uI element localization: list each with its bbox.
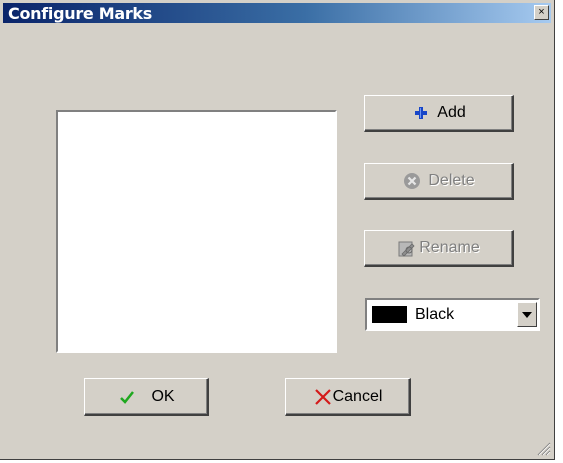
- rename-icon: [397, 238, 417, 258]
- ok-button[interactable]: OK: [84, 378, 209, 416]
- rename-button-label: Rename: [419, 239, 480, 256]
- close-button[interactable]: ×: [534, 5, 549, 20]
- dropdown-button[interactable]: [517, 302, 537, 327]
- plus-icon: [411, 103, 431, 123]
- title-bar[interactable]: Configure Marks ×: [3, 3, 551, 23]
- delete-button[interactable]: Delete: [364, 163, 514, 200]
- delete-button-label: Delete: [428, 172, 475, 189]
- chevron-down-icon: [522, 311, 532, 318]
- window-title: Configure Marks: [8, 3, 153, 23]
- checkmark-icon: [117, 387, 137, 407]
- cancel-button[interactable]: Cancel: [285, 378, 411, 416]
- cancel-button-label: Cancel: [332, 387, 383, 405]
- add-button-label: Add: [437, 104, 466, 121]
- red-x-icon: [313, 387, 333, 407]
- resize-grip[interactable]: [535, 440, 551, 456]
- ok-button-label: OK: [151, 387, 175, 405]
- color-select[interactable]: Black: [365, 298, 540, 331]
- delete-circle-icon: [402, 171, 422, 191]
- close-icon: ×: [538, 6, 545, 18]
- rename-button[interactable]: Rename: [364, 230, 514, 267]
- add-button[interactable]: Add: [364, 95, 514, 132]
- configure-marks-dialog: Configure Marks × Add Delete Rename Blac…: [0, 0, 555, 460]
- color-select-value: Black: [415, 305, 455, 323]
- marks-listbox[interactable]: [56, 110, 337, 353]
- color-swatch: [372, 306, 407, 323]
